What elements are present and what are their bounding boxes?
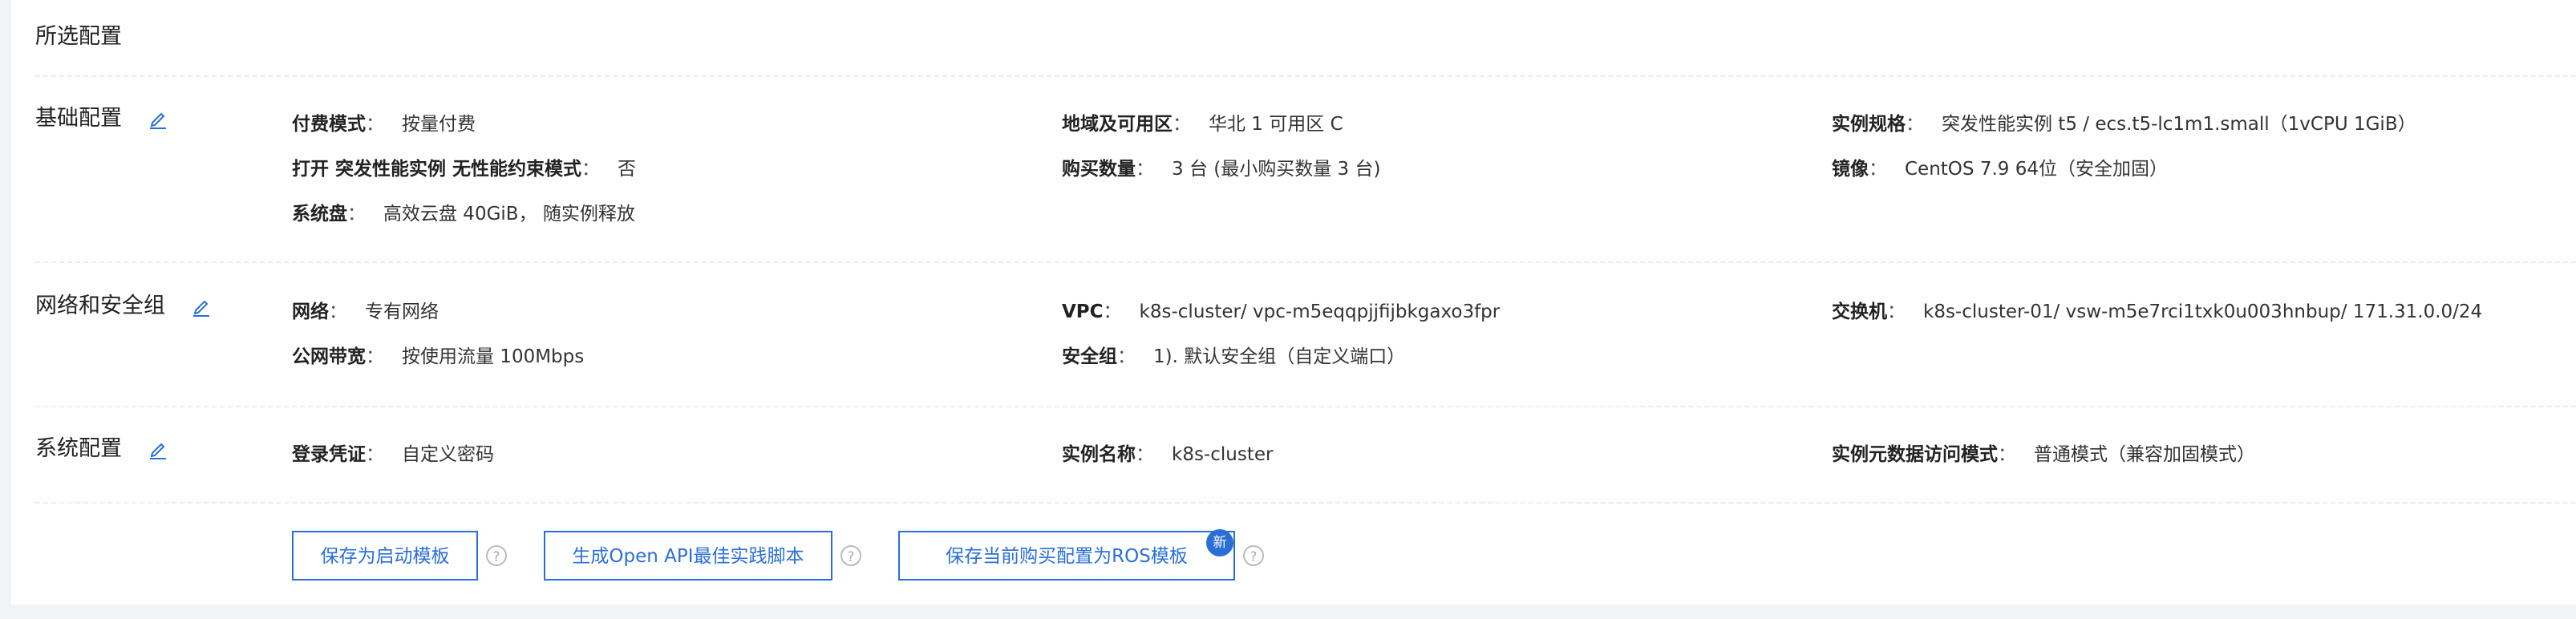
- field-value: 按量付费: [402, 114, 476, 135]
- field-value: 专有网络: [365, 301, 439, 322]
- field-value: 3 台 (最小购买数量 3 台): [1172, 159, 1381, 180]
- field-count: 购买数量： 3 台 (最小购买数量 3 台): [1062, 159, 1381, 180]
- field-security-group: 安全组： 1). 默认安全组（自定义端口）: [1062, 346, 1406, 367]
- generate-openapi-script-button[interactable]: 生成Open API最佳实践脚本: [544, 531, 832, 581]
- field-value: 按使用流量 100Mbps: [402, 346, 585, 367]
- field-key: 地域及可用区: [1062, 114, 1173, 135]
- divider: [35, 75, 2576, 77]
- field-key: 打开 突发性能实例 无性能约束模式: [292, 159, 582, 180]
- field-image: 镜像： CentOS 7.9 64位（安全加固）: [1832, 159, 2168, 180]
- divider: [35, 502, 2576, 504]
- field-key: 实例名称: [1062, 444, 1136, 465]
- divider: [35, 261, 2576, 263]
- field-key: 交换机: [1832, 301, 1887, 322]
- field-key: 网络: [292, 301, 329, 322]
- field-bandwidth: 公网带宽： 按使用流量 100Mbps: [292, 346, 585, 367]
- field-value: CentOS 7.9 64位（安全加固）: [1905, 159, 2168, 180]
- field-burst: 打开 突发性能实例 无性能约束模式：否: [292, 159, 637, 180]
- field-vpc: VPC： k8s-cluster/ vpc-m5eqqpjjfijbkgaxo3f…: [1062, 301, 1501, 322]
- field-key: 系统盘: [292, 204, 347, 225]
- field-key: 安全组: [1062, 346, 1117, 367]
- field-instance-name: 实例名称： k8s-cluster: [1062, 444, 1274, 465]
- help-icon[interactable]: ?: [1243, 545, 1264, 566]
- edit-icon[interactable]: [189, 294, 213, 318]
- field-value: 1). 默认安全组（自定义端口）: [1153, 346, 1406, 367]
- field-value: 高效云盘 40GiB， 随实例释放: [383, 204, 635, 225]
- divider: [35, 406, 2576, 407]
- field-value: 自定义密码: [402, 444, 494, 465]
- field-key: 登录凭证: [292, 444, 366, 465]
- field-key: VPC: [1062, 301, 1104, 322]
- save-launch-template-button[interactable]: 保存为启动模板: [292, 531, 478, 581]
- field-spec: 实例规格： 突发性能实例 t5 / ecs.t5-lc1m1.small（1vCP…: [1832, 114, 2416, 135]
- field-key: 镜像: [1832, 159, 1869, 180]
- field-value: k8s-cluster: [1172, 444, 1274, 465]
- field-key: 公网带宽: [292, 346, 366, 367]
- field-key: 实例元数据访问模式: [1832, 444, 1998, 465]
- field-network: 网络： 专有网络: [292, 301, 439, 322]
- edit-icon[interactable]: [146, 437, 170, 461]
- new-badge: 新: [1206, 529, 1233, 556]
- field-value: 华北 1 可用区 C: [1209, 114, 1343, 135]
- help-icon[interactable]: ?: [840, 545, 861, 566]
- field-key: 实例规格: [1832, 114, 1906, 135]
- field-value: 突发性能实例 t5 / ecs.t5-lc1m1.small（1vCPU 1Gi…: [1942, 114, 2416, 135]
- field-value: k8s-cluster/ vpc-m5eqqpjjfijbkgaxo3fpr: [1139, 301, 1501, 322]
- field-login: 登录凭证： 自定义密码: [292, 444, 494, 465]
- section-system-label: 系统配置: [35, 436, 122, 461]
- field-region: 地域及可用区： 华北 1 可用区 C: [1062, 114, 1343, 135]
- edit-icon[interactable]: [146, 107, 170, 131]
- selected-config-panel: 所选配置 基础配置 付费模式： 按量付费 打开 突发性能实例 无性能约束模式：否 …: [11, 0, 2576, 605]
- help-icon[interactable]: ?: [486, 545, 507, 566]
- page-title: 所选配置: [35, 24, 122, 49]
- section-basic: 基础配置: [35, 103, 170, 135]
- field-value: 否: [618, 159, 637, 180]
- field-key: 购买数量: [1062, 159, 1136, 180]
- section-basic-label: 基础配置: [35, 106, 122, 131]
- field-disk: 系统盘： 高效云盘 40GiB， 随实例释放: [292, 204, 635, 225]
- save-ros-template-button[interactable]: 保存当前购买配置为ROS模板: [898, 531, 1235, 581]
- section-system: 系统配置: [35, 433, 170, 465]
- field-metadata-mode: 实例元数据访问模式： 普通模式（兼容加固模式）: [1832, 444, 2255, 465]
- field-billing: 付费模式： 按量付费: [292, 114, 476, 135]
- section-network: 网络和安全组: [35, 290, 213, 322]
- section-network-label: 网络和安全组: [35, 293, 165, 318]
- field-vswitch: 交换机： k8s-cluster-01/ vsw-m5e7rci1txk0u003…: [1832, 301, 2483, 322]
- field-value: 普通模式（兼容加固模式）: [2034, 444, 2255, 465]
- field-value: k8s-cluster-01/ vsw-m5e7rci1txk0u003hnbu…: [1923, 301, 2483, 322]
- field-key: 付费模式: [292, 114, 366, 135]
